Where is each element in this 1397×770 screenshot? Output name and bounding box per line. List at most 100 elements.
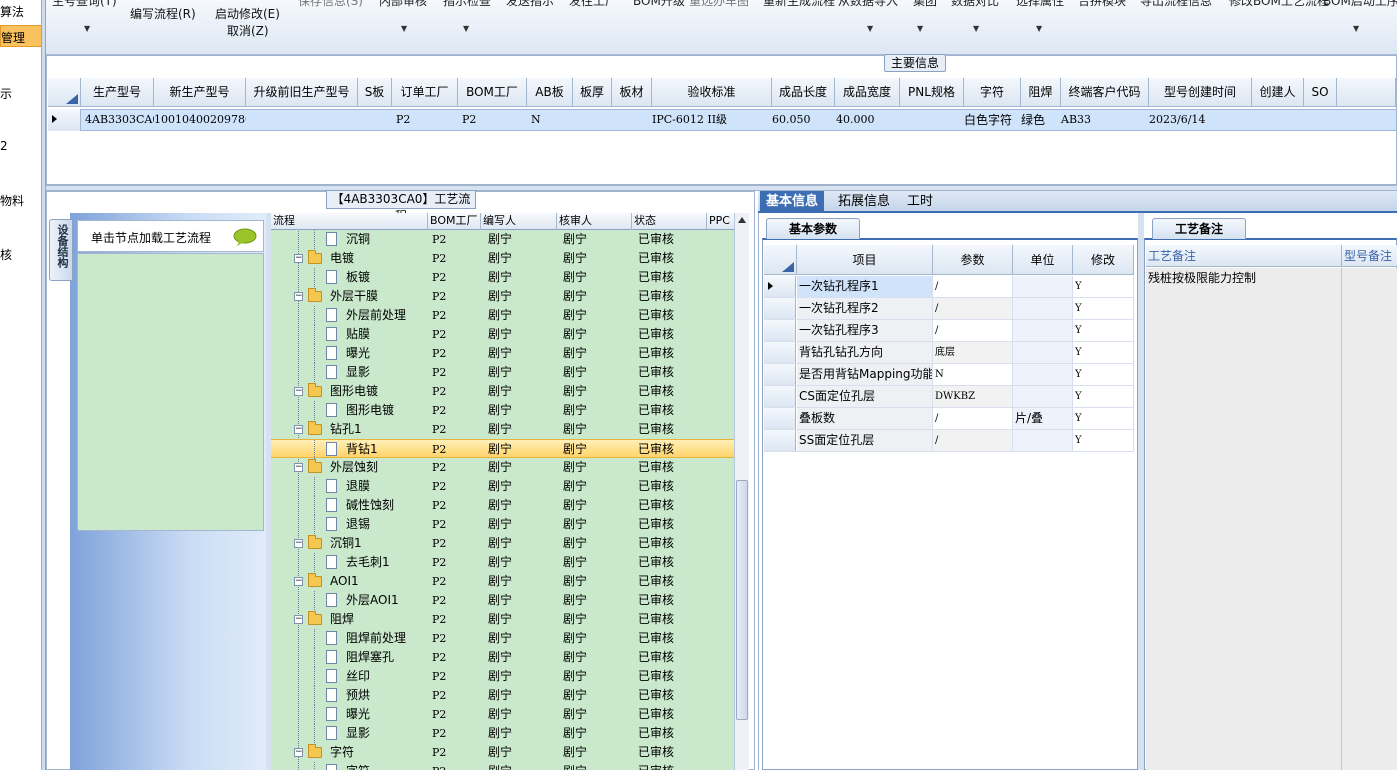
param-row[interactable]: SS面定位孔层 / Y: [764, 430, 1134, 452]
param-row[interactable]: 一次钻孔程序3/ Y: [764, 320, 1134, 342]
cell[interactable]: 2023/6/14: [1145, 109, 1252, 131]
collapse-toggle-icon[interactable]: −: [294, 577, 303, 586]
tab-work-hours[interactable]: 工时: [901, 191, 939, 213]
nav-item-2[interactable]: 示: [0, 85, 12, 102]
cell-item[interactable]: 叠板数: [797, 408, 933, 429]
cell-mod[interactable]: Y: [1073, 298, 1134, 319]
col-header[interactable]: 终端客户代码: [1061, 78, 1149, 107]
toolbar-btn-modify-bom[interactable]: 修改BOM工艺流程: [1229, 0, 1329, 9]
toolbar-btn-send[interactable]: 发送指示: [506, 0, 554, 9]
tree-row[interactable]: 去毛刺1 P2 剧宁 剧宁 已审核: [271, 553, 734, 572]
tree-row[interactable]: 预烘 P2 剧宁 剧宁 已审核: [271, 686, 734, 705]
collapse-toggle-icon[interactable]: −: [294, 425, 303, 434]
tree-row[interactable]: 背钻1 P2 剧宁 剧宁 已审核: [271, 439, 734, 459]
cell-unit[interactable]: [1013, 276, 1073, 297]
tree-row[interactable]: 退锡 P2 剧宁 剧宁 已审核: [271, 515, 734, 534]
nav-item-selected[interactable]: 管理: [0, 25, 42, 47]
tree-row[interactable]: − 图形电镀 P2 剧宁 剧宁 已审核: [271, 382, 734, 401]
cell-mod[interactable]: Y: [1073, 386, 1134, 407]
cell-param[interactable]: /: [933, 430, 1013, 451]
cell-mod[interactable]: Y: [1073, 320, 1134, 341]
cell-item[interactable]: 是否用背钻Mapping功能: [797, 364, 933, 385]
start-edit-button[interactable]: 启动修改(E): [215, 5, 280, 22]
chevron-down-icon[interactable]: ▼: [973, 24, 979, 33]
nav-item-0[interactable]: 算法: [0, 3, 24, 20]
param-row[interactable]: 叠板数 / 片/叠 Y: [764, 408, 1134, 430]
write-flow-button[interactable]: 编写流程(R): [130, 5, 196, 22]
row-indicator[interactable]: [764, 342, 796, 363]
toolbar-btn-bom-upgrade[interactable]: BOM升级: [633, 0, 685, 9]
tree-row[interactable]: 碱性蚀刻 P2 剧宁 剧宁 已审核: [271, 496, 734, 515]
cell-mod[interactable]: Y: [1073, 342, 1134, 363]
row-indicator[interactable]: [764, 364, 796, 385]
tree-row[interactable]: − AOI1 P2 剧宁 剧宁 已审核: [271, 572, 734, 591]
col-header[interactable]: SO: [1304, 78, 1337, 107]
cell-mod[interactable]: Y: [1073, 364, 1134, 385]
cell-item[interactable]: CS面定位孔层: [797, 386, 933, 407]
cell[interactable]: IPC-6012 II级: [648, 109, 772, 131]
cell-unit[interactable]: [1013, 386, 1073, 407]
cell-mod[interactable]: Y: [1073, 276, 1134, 297]
param-row[interactable]: 背钻孔钻孔方向 底层 Y: [764, 342, 1134, 364]
col-header[interactable]: 型号创建时间: [1149, 78, 1252, 107]
cell[interactable]: 60.050: [768, 109, 835, 131]
cell-unit[interactable]: 片/叠: [1013, 408, 1073, 429]
col-header[interactable]: 参数: [933, 245, 1013, 275]
chevron-down-icon[interactable]: ▼: [867, 24, 873, 33]
cell[interactable]: N: [527, 109, 573, 131]
col-header[interactable]: 型号备注: [1342, 245, 1397, 267]
tree-row[interactable]: 图形电镀 P2 剧宁 剧宁 已审核: [271, 401, 734, 420]
cell-param[interactable]: /: [933, 276, 1013, 297]
param-row[interactable]: CS面定位孔层 DWKBZ Y: [764, 386, 1134, 408]
col-header[interactable]: 单位: [1013, 245, 1073, 275]
cell[interactable]: 绿色: [1017, 109, 1061, 131]
col-header[interactable]: PPC: [707, 213, 737, 230]
toolbar-btn-compare[interactable]: 数据对比: [951, 0, 999, 9]
collapse-toggle-icon[interactable]: −: [294, 254, 303, 263]
tree-row[interactable]: − 沉铜1 P2 剧宁 剧宁 已审核: [271, 534, 734, 553]
col-header[interactable]: AB板: [527, 78, 573, 107]
cancel-button[interactable]: 取消(Z): [227, 22, 269, 39]
cell-unit[interactable]: [1013, 298, 1073, 319]
col-header[interactable]: 板材: [612, 78, 652, 107]
cell-item[interactable]: 一次钻孔程序3: [797, 320, 933, 341]
cell[interactable]: 4AB3303CA0: [81, 109, 154, 131]
collapse-toggle-icon[interactable]: −: [294, 748, 303, 757]
toolbar-btn-regen[interactable]: 重新生成流程: [763, 0, 835, 9]
cell-unit[interactable]: [1013, 364, 1073, 385]
toolbar-btn-query[interactable]: 生号查询(T): [52, 0, 117, 9]
col-header[interactable]: 编写人: [481, 213, 557, 230]
tree-row[interactable]: 丝印 P2 剧宁 剧宁 已审核: [271, 667, 734, 686]
col-header[interactable]: 状态: [632, 213, 707, 230]
tree-row[interactable]: 贴膜 P2 剧宁 剧宁 已审核: [271, 325, 734, 344]
col-header[interactable]: 阻焊: [1021, 78, 1061, 107]
row-indicator[interactable]: [764, 276, 796, 297]
chevron-down-icon[interactable]: ▼: [401, 24, 407, 33]
cell[interactable]: 10010400209780: [150, 109, 246, 131]
nav-item-3[interactable]: 2: [0, 139, 8, 153]
cell-param[interactable]: 底层: [933, 342, 1013, 363]
tree-row[interactable]: 曝光 P2 剧宁 剧宁 已审核: [271, 344, 734, 363]
chevron-down-icon[interactable]: ▼: [1353, 24, 1359, 33]
tree-row[interactable]: 显影 P2 剧宁 剧宁 已审核: [271, 724, 734, 743]
tree-row[interactable]: 字符 P2 剧宁 剧宁 已审核: [271, 762, 734, 770]
col-header[interactable]: BOM工厂: [428, 213, 481, 230]
param-row[interactable]: 是否用背钻Mapping功能 N Y: [764, 364, 1134, 386]
tree-row[interactable]: − 电镀 P2 剧宁 剧宁 已审核: [271, 249, 734, 268]
tree-row[interactable]: 沉铜 P2 剧宁 剧宁 已审核: [271, 230, 734, 249]
tree-row[interactable]: 显影 P2 剧宁 剧宁 已审核: [271, 363, 734, 382]
col-header[interactable]: 订单工厂: [392, 78, 458, 107]
param-row[interactable]: 一次钻孔程序1/ Y: [764, 276, 1134, 298]
chevron-down-icon[interactable]: ▼: [463, 24, 469, 33]
cell-item[interactable]: SS面定位孔层: [797, 430, 933, 451]
scroll-up-icon[interactable]: [737, 216, 747, 224]
row-indicator[interactable]: [764, 320, 796, 341]
col-header[interactable]: 项目: [797, 245, 933, 275]
tree-row[interactable]: 阻焊前处理 P2 剧宁 剧宁 已审核: [271, 629, 734, 648]
chevron-down-icon[interactable]: ▼: [84, 24, 90, 33]
cell-item[interactable]: 一次钻孔程序2: [797, 298, 933, 319]
tab-basic-info[interactable]: 基本信息: [760, 191, 825, 213]
cell-mod[interactable]: Y: [1073, 408, 1134, 429]
tree-row[interactable]: 板镀 P2 剧宁 剧宁 已审核: [271, 268, 734, 287]
tree-row[interactable]: 外层前处理 P2 剧宁 剧宁 已审核: [271, 306, 734, 325]
